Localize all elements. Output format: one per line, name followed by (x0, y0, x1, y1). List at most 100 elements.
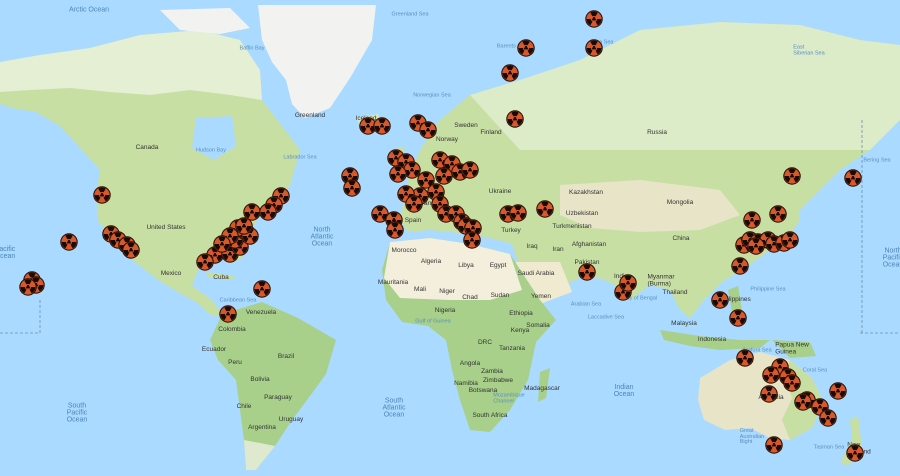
iraq-label: Iraq (526, 242, 538, 250)
nuclear-radiation-icon[interactable] (731, 257, 749, 275)
madagascar-label: Madagascar (524, 384, 560, 392)
mauritania-label: Mauritania (377, 278, 409, 286)
gulf-of-guinea-label: Gulf of Guinea (415, 318, 451, 325)
nuclear-radiation-icon[interactable] (461, 161, 479, 179)
nuclear-radiation-icon[interactable] (844, 169, 862, 187)
nuclear-radiation-icon[interactable] (536, 200, 554, 218)
laccadive-sea-label: Laccadive Sea (587, 314, 625, 321)
east-siberian-sea-label: East Siberian Sea (793, 44, 825, 56)
nuclear-radiation-icon[interactable] (122, 241, 140, 259)
turkmenistan-label: Turkmenistan (552, 222, 592, 230)
niger-label: Niger (439, 287, 455, 295)
united-states-label: United States (146, 223, 186, 231)
arabian-sea-label: Arabian Sea (570, 301, 602, 308)
drc-label: DRC (477, 338, 493, 346)
nuclear-radiation-icon[interactable] (259, 203, 277, 221)
nuclear-radiation-icon[interactable] (405, 195, 423, 213)
nuclear-radiation-icon[interactable] (743, 211, 761, 229)
nuclear-radiation-icon[interactable] (578, 263, 596, 281)
egypt-label: Egypt (489, 261, 507, 269)
chad-label: Chad (462, 293, 478, 301)
bering-sea-label: Bering Sea (863, 157, 891, 164)
nigeria-label: Nigeria (434, 306, 456, 314)
botswana-label: Botswana (468, 386, 498, 394)
nuclear-radiation-icon[interactable] (765, 436, 783, 454)
coral-sea-label: Coral Sea (802, 367, 828, 374)
greenland-label: Greenland (294, 111, 326, 119)
nuclear-radiation-icon[interactable] (213, 235, 231, 253)
nuclear-radiation-icon[interactable] (711, 291, 729, 309)
canada-label: Canada (135, 143, 159, 151)
libya-label: Libya (458, 261, 474, 269)
nuclear-radiation-icon[interactable] (760, 385, 778, 403)
morocco-label: Morocco (391, 246, 417, 254)
greenland-sea-label: Greenland Sea (391, 11, 429, 18)
paraguay-label: Paraguay (264, 393, 292, 401)
indonesia-label: Indonesia (697, 335, 727, 343)
nuclear-radiation-icon[interactable] (846, 444, 864, 462)
tasman-sea-label: Tasman Sea (813, 444, 845, 451)
nuclear-radiation-icon[interactable] (343, 179, 361, 197)
caribbean-sea-label: Caribbean Sea (219, 297, 257, 304)
sweden-label: Sweden (454, 121, 478, 129)
nuclear-radiation-icon[interactable] (501, 64, 519, 82)
bolivia-label: Bolivia (250, 375, 270, 383)
nuclear-radiation-icon[interactable] (419, 121, 437, 139)
nuclear-radiation-icon[interactable] (794, 393, 812, 411)
nuclear-radiation-icon[interactable] (386, 221, 404, 239)
nuclear-radiation-icon[interactable] (585, 10, 603, 28)
nuclear-radiation-icon[interactable] (93, 186, 111, 204)
nuclear-radiation-icon[interactable] (196, 253, 214, 271)
nuclear-radiation-icon[interactable] (729, 309, 747, 327)
algeria-label: Algeria (420, 257, 442, 265)
nuclear-radiation-icon[interactable] (747, 237, 765, 255)
kazakhstan-label: Kazakhstan (569, 188, 603, 196)
nuclear-radiation-icon[interactable] (829, 382, 847, 400)
mexico-label: Mexico (160, 269, 182, 277)
nuclear-radiation-icon[interactable] (19, 278, 37, 296)
venezuela-label: Venezuela (245, 308, 277, 316)
argentina-label: Argentina (248, 423, 276, 431)
world-map[interactable]: Arctic Ocean North Atlantic Ocean South Atlan… (0, 0, 900, 476)
labrador-sea-label: Labrador Sea (283, 154, 317, 161)
nuclear-radiation-icon[interactable] (373, 117, 391, 135)
saudi-arabia-label: Saudi Arabia (517, 269, 555, 277)
nuclear-radiation-icon[interactable] (585, 39, 603, 57)
papua-new-guinea-label: Papua New Guinea (775, 341, 809, 355)
south-atlantic-ocean-label: South Atlantic Ocean (382, 397, 406, 419)
malaysia-label: Malaysia (671, 319, 697, 327)
nuclear-radiation-icon[interactable] (389, 165, 407, 183)
colombia-label: Colombia (218, 325, 246, 333)
norway-label: Norway (435, 135, 459, 143)
baffin-bay-label: Baffin Bay (239, 45, 265, 52)
mongolia-label: Mongolia (666, 198, 694, 206)
uzbekistan-label: Uzbekistan (565, 209, 599, 217)
peru-label: Peru (228, 358, 242, 366)
nuclear-radiation-icon[interactable] (253, 280, 271, 298)
nuclear-radiation-icon[interactable] (819, 409, 837, 427)
nuclear-radiation-icon[interactable] (619, 274, 637, 292)
nuclear-radiation-icon[interactable] (783, 374, 801, 392)
nuclear-radiation-icon[interactable] (506, 110, 524, 128)
north-atlantic-ocean-label: North Atlantic Ocean (310, 226, 334, 248)
nuclear-radiation-icon[interactable] (783, 167, 801, 185)
nuclear-radiation-icon[interactable] (781, 231, 799, 249)
nuclear-radiation-icon[interactable] (769, 205, 787, 223)
nuclear-radiation-icon[interactable] (219, 305, 237, 323)
brazil-label: Brazil (277, 352, 295, 360)
mali-label: Mali (414, 285, 426, 293)
north-pacific-ocean-east-label: NorthPacificOcean (882, 247, 900, 269)
afghanistan-label: Afghanistan (571, 240, 607, 248)
arctic-ocean-label: Arctic Ocean (68, 6, 110, 14)
nuclear-radiation-icon[interactable] (762, 366, 780, 384)
norwegian-sea-label: Norwegian Sea (413, 92, 451, 99)
nuclear-radiation-icon[interactable] (60, 233, 78, 251)
nuclear-radiation-icon[interactable] (736, 349, 754, 367)
philippine-sea-label: Philippine Sea (750, 286, 786, 293)
nuclear-radiation-icon[interactable] (517, 39, 535, 57)
nuclear-radiation-icon[interactable] (509, 204, 527, 222)
nuclear-radiation-icon[interactable] (463, 231, 481, 249)
china-label: China (672, 234, 690, 242)
chile-label: Chile (236, 402, 252, 410)
hudson-bay-label: Hudson Bay (196, 147, 226, 154)
